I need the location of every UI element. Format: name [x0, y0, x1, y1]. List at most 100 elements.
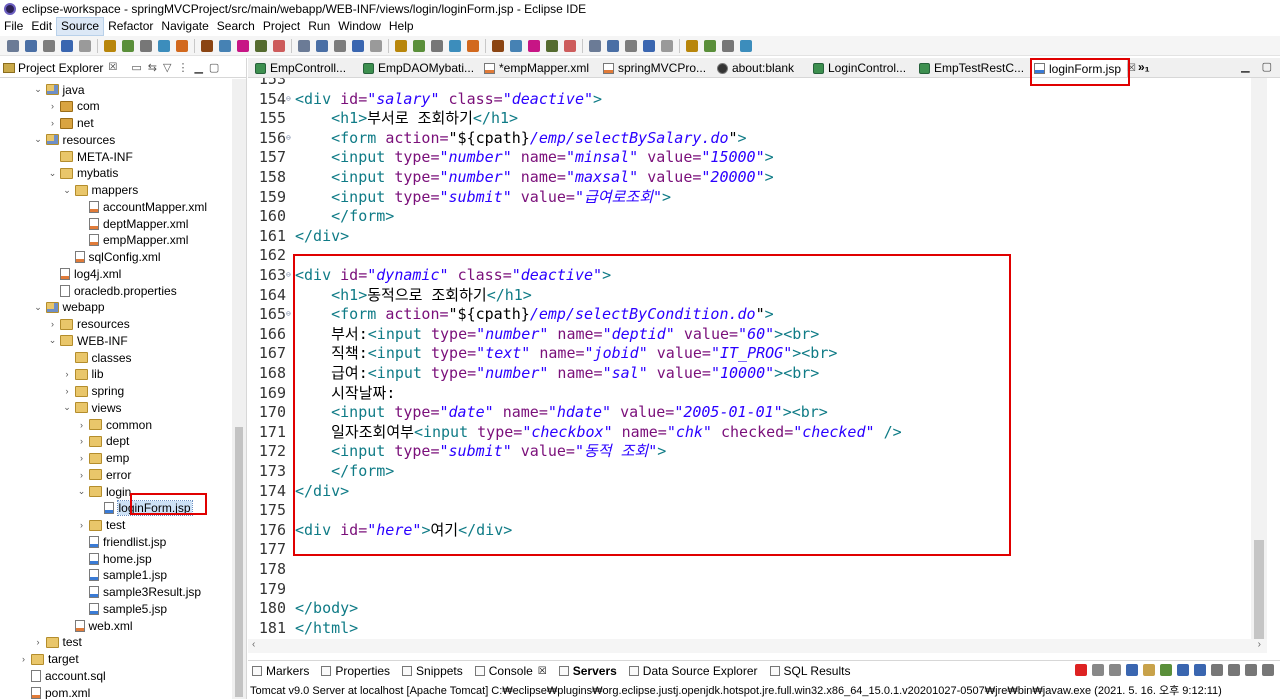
- toolbar-button-icon[interactable]: [564, 39, 576, 52]
- collapse-arrow-icon[interactable]: ›: [47, 319, 58, 329]
- toolbar-button-icon[interactable]: [607, 39, 619, 52]
- menu-help[interactable]: Help: [385, 17, 418, 36]
- tree-item[interactable]: › spring: [62, 383, 125, 400]
- tree-item[interactable]: oracledb.properties: [47, 282, 177, 299]
- toolbar-button-icon[interactable]: [740, 39, 752, 52]
- servers-action-icon[interactable]: [1092, 664, 1104, 676]
- tree-item[interactable]: deptMapper.xml: [76, 215, 188, 232]
- maximize-icon[interactable]: ▢: [209, 61, 219, 74]
- collapse-arrow-icon[interactable]: ›: [76, 436, 87, 446]
- servers-action-icon[interactable]: [1143, 664, 1155, 676]
- tree-item[interactable]: ⌄ webapp: [33, 299, 104, 316]
- editor-tab[interactable]: springMVCPro...: [600, 58, 714, 77]
- toolbar-button-icon[interactable]: [61, 39, 73, 52]
- menu-navigate[interactable]: Navigate: [157, 17, 212, 36]
- toolbar-button-icon[interactable]: [643, 39, 655, 52]
- expand-arrow-icon[interactable]: ⌄: [76, 486, 87, 497]
- toolbar-button-icon[interactable]: [510, 39, 522, 52]
- tree-item[interactable]: sample3Result.jsp: [76, 584, 201, 601]
- expand-arrow-icon[interactable]: ⌄: [33, 84, 44, 95]
- minimize-icon[interactable]: ▁: [194, 61, 202, 74]
- toolbar-button-icon[interactable]: [273, 39, 285, 52]
- tree-item[interactable]: ⌄ mappers: [62, 182, 138, 199]
- menu-refactor[interactable]: Refactor: [104, 17, 157, 36]
- servers-action-icon[interactable]: [1211, 664, 1223, 676]
- tree-item[interactable]: pom.xml: [18, 684, 90, 699]
- tree-item[interactable]: account.sql: [18, 667, 106, 684]
- toolbar-button-icon[interactable]: [449, 39, 461, 52]
- tree-item[interactable]: › common: [76, 416, 152, 433]
- menu-edit[interactable]: Edit: [27, 17, 56, 36]
- servers-action-icon[interactable]: [1126, 664, 1138, 676]
- view-menu-icon[interactable]: ⋮: [177, 61, 188, 74]
- servers-action-icon[interactable]: [1262, 664, 1274, 676]
- tree-item[interactable]: › dept: [76, 433, 129, 450]
- filter-icon[interactable]: ▽: [163, 61, 171, 74]
- tree-item[interactable]: › test: [76, 517, 125, 534]
- toolbar-button-icon[interactable]: [395, 39, 407, 52]
- toolbar-button-icon[interactable]: [43, 39, 55, 52]
- servers-action-icon[interactable]: [1194, 664, 1206, 676]
- bottom-tab-sql-results[interactable]: SQL Results: [766, 664, 850, 678]
- bottom-tab-properties[interactable]: Properties: [317, 664, 390, 678]
- editor-vertical-scrollbar[interactable]: [1251, 78, 1267, 645]
- tree-item[interactable]: › target: [18, 651, 79, 668]
- menu-search[interactable]: Search: [213, 17, 259, 36]
- toolbar-button-icon[interactable]: [237, 39, 249, 52]
- tree-item[interactable]: › lib: [62, 366, 104, 383]
- project-explorer-tab[interactable]: Project Explorer ☒ ▭ ⇆ ▽ ⋮ ▁ ▢: [0, 58, 246, 78]
- toolbar-button-icon[interactable]: [370, 39, 382, 52]
- scroll-right-icon[interactable]: ›: [1258, 639, 1261, 650]
- toolbar-button-icon[interactable]: [352, 39, 364, 52]
- toolbar-button-icon[interactable]: [528, 39, 540, 52]
- tree-item[interactable]: empMapper.xml: [76, 232, 188, 249]
- toolbar-button-icon[interactable]: [201, 39, 213, 52]
- editor-tab[interactable]: EmpControll...: [252, 58, 360, 77]
- tree-item[interactable]: ⌄ mybatis: [47, 165, 119, 182]
- collapse-arrow-icon[interactable]: ›: [76, 453, 87, 463]
- toolbar-button-icon[interactable]: [255, 39, 267, 52]
- tab-overflow-indicator[interactable]: »₁: [1138, 58, 1150, 78]
- servers-action-icon[interactable]: [1245, 664, 1257, 676]
- collapse-arrow-icon[interactable]: ›: [47, 118, 58, 128]
- toolbar-button-icon[interactable]: [546, 39, 558, 52]
- toolbar-button-icon[interactable]: [122, 39, 134, 52]
- servers-action-icon[interactable]: [1075, 664, 1087, 676]
- toolbar-button-icon[interactable]: [219, 39, 231, 52]
- minimize-icon[interactable]: ▁: [1241, 60, 1249, 73]
- tree-item[interactable]: web.xml: [62, 617, 133, 634]
- editor-tab[interactable]: LoginControl...: [810, 58, 916, 77]
- tree-item[interactable]: log4j.xml: [47, 265, 121, 282]
- collapse-arrow-icon[interactable]: ›: [76, 420, 87, 430]
- toolbar-button-icon[interactable]: [431, 39, 443, 52]
- tree-item[interactable]: › emp: [76, 450, 129, 467]
- tree-item[interactable]: › net: [47, 115, 94, 132]
- tree-item[interactable]: accountMapper.xml: [76, 198, 207, 215]
- collapse-arrow-icon[interactable]: ›: [33, 637, 44, 647]
- toolbar-button-icon[interactable]: [492, 39, 504, 52]
- close-icon[interactable]: ☒: [538, 666, 547, 677]
- editor-tab[interactable]: *empMapper.xml: [481, 58, 600, 77]
- collapse-arrow-icon[interactable]: ›: [76, 520, 87, 530]
- toolbar-button-icon[interactable]: [79, 39, 91, 52]
- tree-item[interactable]: › com: [47, 98, 100, 115]
- bottom-tab-data-source-explorer[interactable]: Data Source Explorer: [625, 664, 758, 678]
- toolbar-button-icon[interactable]: [686, 39, 698, 52]
- servers-action-icon[interactable]: [1109, 664, 1121, 676]
- toolbar-button-icon[interactable]: [298, 39, 310, 52]
- tree-item[interactable]: ⌄ views: [62, 399, 121, 416]
- bottom-tab-servers[interactable]: Servers: [555, 664, 617, 678]
- tree-item[interactable]: › error: [76, 466, 131, 483]
- tree-item[interactable]: home.jsp: [76, 550, 152, 567]
- toolbar-button-icon[interactable]: [334, 39, 346, 52]
- tree-item[interactable]: classes: [62, 349, 132, 366]
- menu-file[interactable]: File: [0, 17, 27, 36]
- editor-scroll-thumb[interactable]: [1254, 540, 1264, 640]
- toolbar-button-icon[interactable]: [625, 39, 637, 52]
- expand-arrow-icon[interactable]: ⌄: [47, 335, 58, 346]
- bottom-tab-snippets[interactable]: Snippets: [398, 664, 463, 678]
- tree-item[interactable]: sample5.jsp: [76, 600, 167, 617]
- maximize-icon[interactable]: ▢: [1262, 60, 1272, 73]
- menu-source[interactable]: Source: [56, 17, 105, 36]
- servers-action-icon[interactable]: [1177, 664, 1189, 676]
